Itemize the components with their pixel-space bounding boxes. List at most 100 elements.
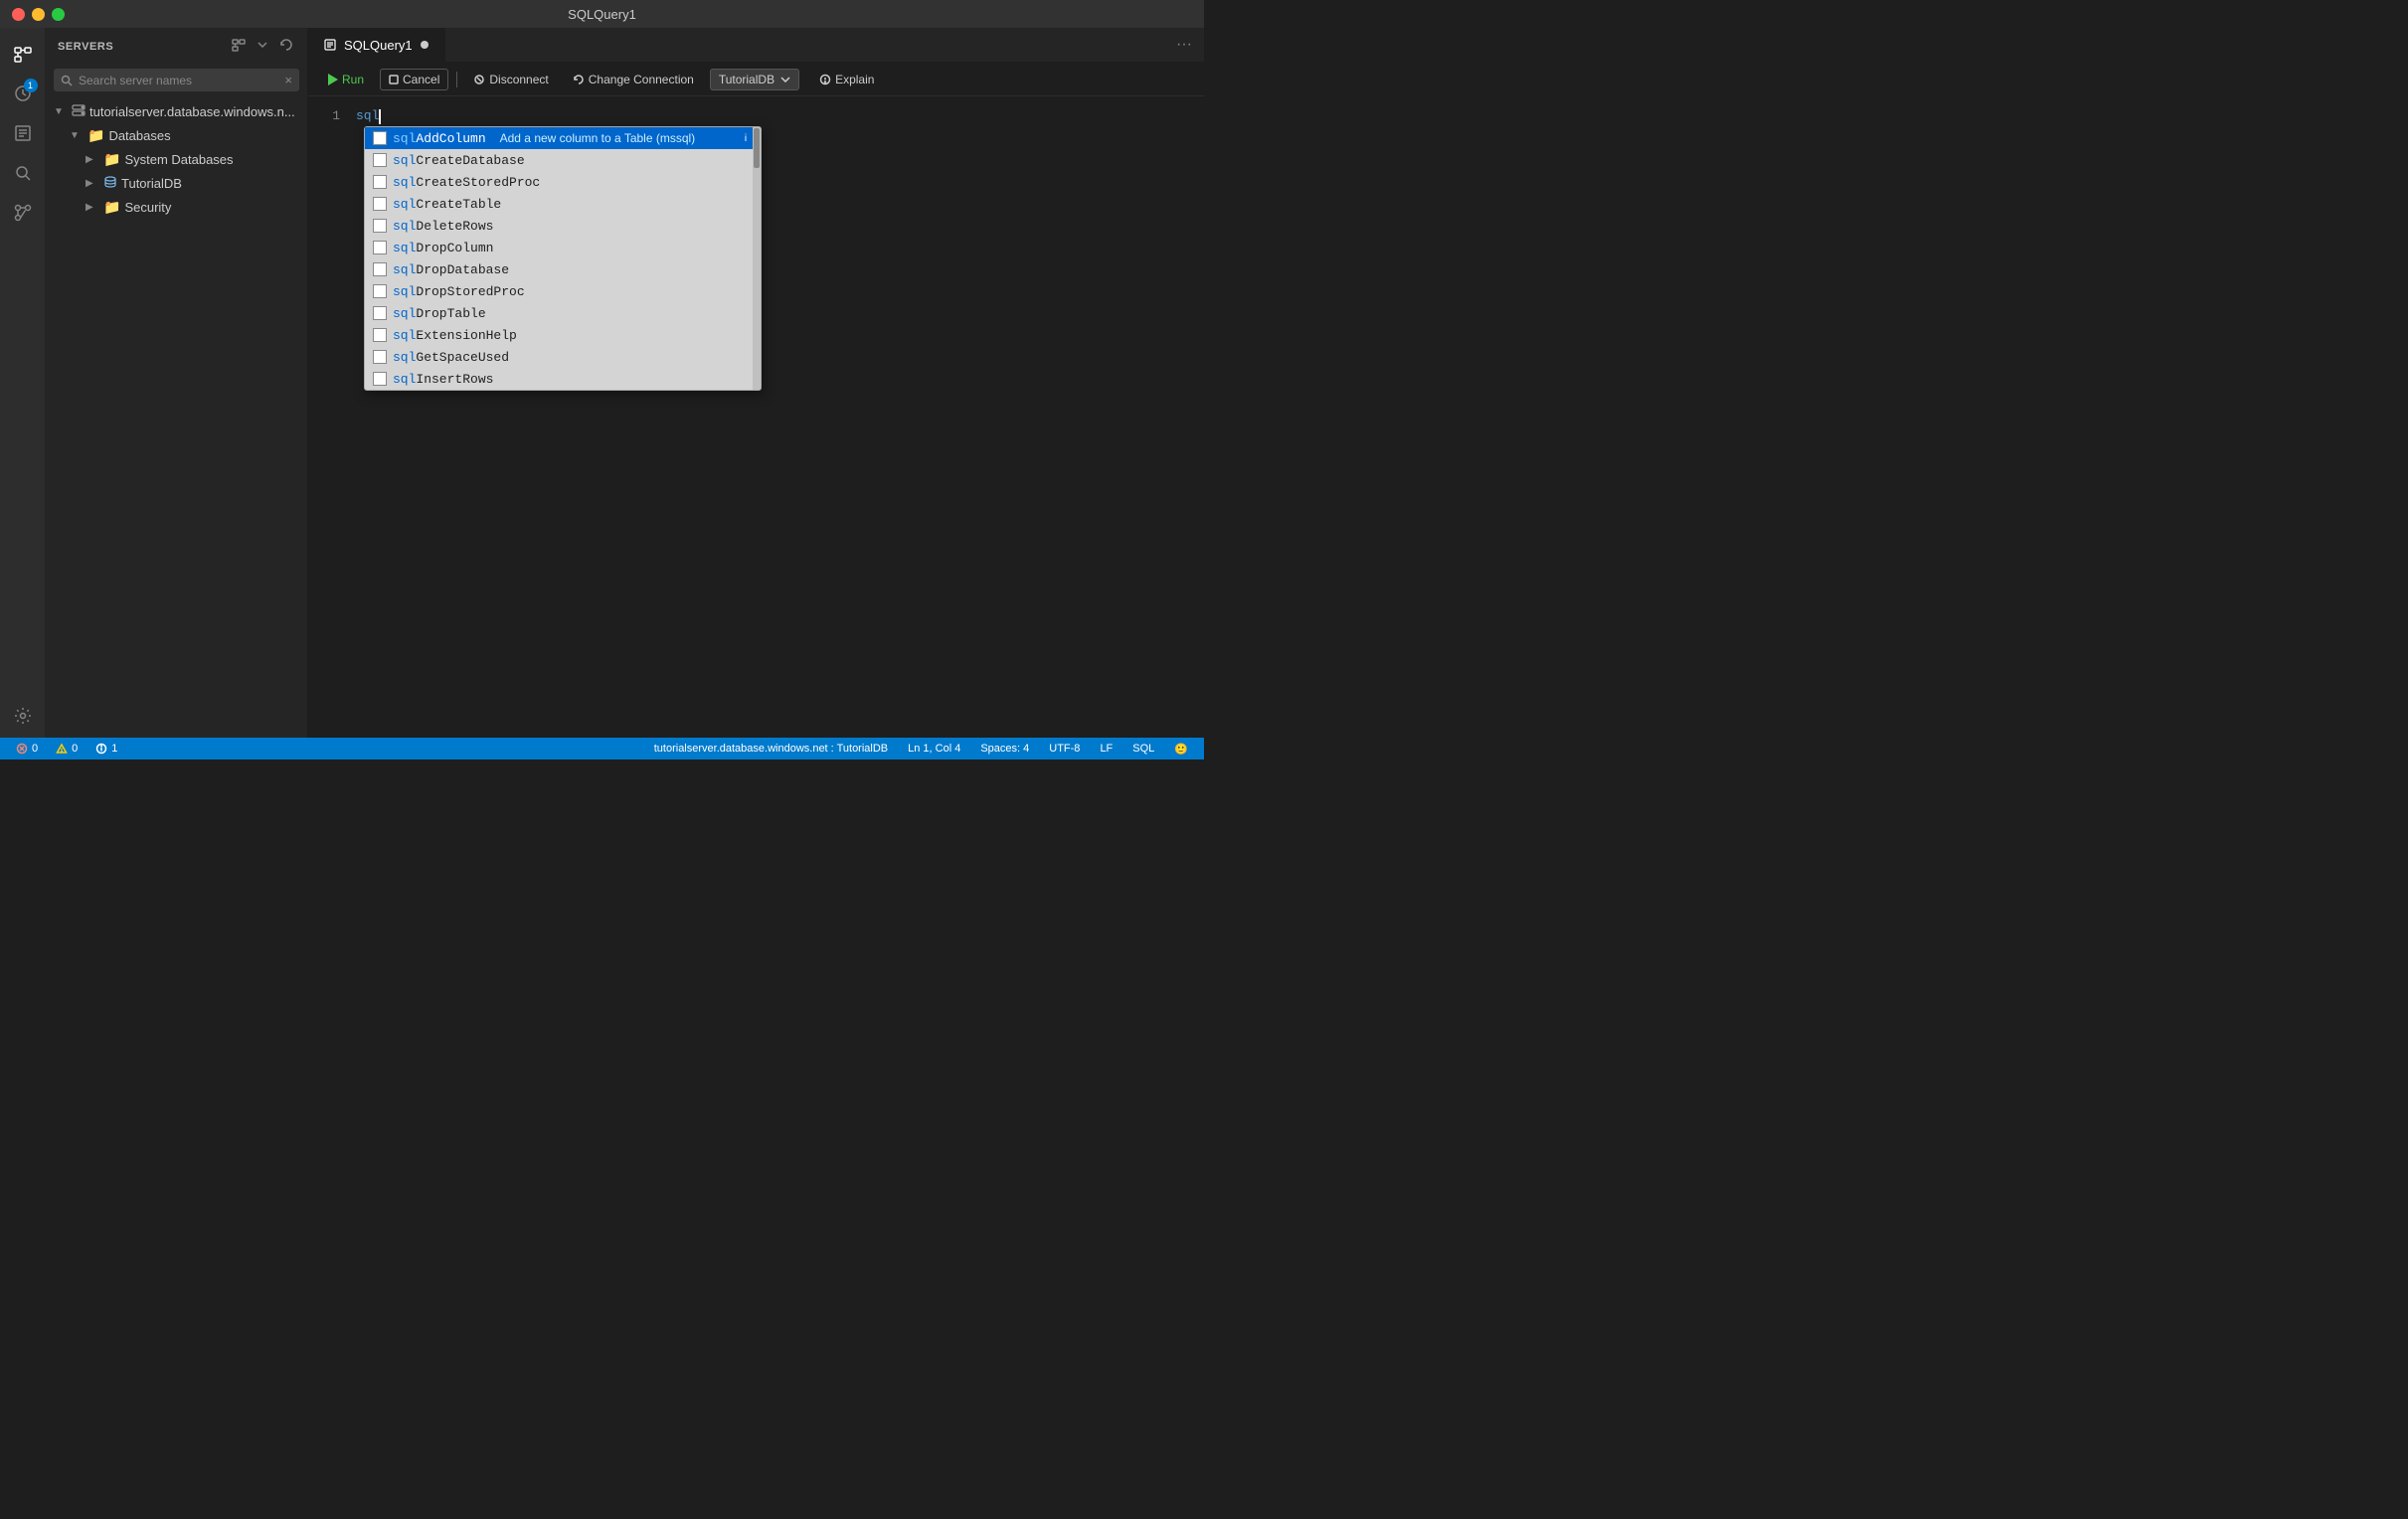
status-right: tutorialserver.database.windows.net : Tu… — [650, 743, 1192, 756]
status-language[interactable]: SQL — [1128, 743, 1158, 755]
status-emoji[interactable]: 🙂 — [1170, 743, 1192, 756]
notification-count: 1 — [111, 743, 117, 755]
code-keyword-sql: sql — [356, 106, 379, 126]
autocomplete-item[interactable]: sqlDropDatabase — [365, 258, 761, 280]
change-connection-button[interactable]: Change Connection — [565, 70, 702, 89]
refresh-button[interactable] — [277, 36, 295, 57]
tab-label: SQLQuery1 — [344, 38, 413, 53]
ac-scrollbar[interactable] — [753, 127, 761, 390]
new-connection-button[interactable] — [230, 36, 248, 57]
autocomplete-item[interactable]: sqlDeleteRows — [365, 215, 761, 237]
code-editor[interactable]: 1 sql sqlAddColumnAdd a new column to a … — [308, 96, 1204, 738]
line-number-1: 1 — [308, 106, 340, 126]
error-count: 0 — [32, 743, 38, 755]
ac-suffix: ExtensionHelp — [416, 328, 516, 343]
tab-more-actions[interactable]: ··· — [1176, 36, 1204, 54]
search-input[interactable] — [79, 74, 278, 87]
autocomplete-item[interactable]: sqlAddColumnAdd a new column to a Table … — [365, 127, 761, 149]
tree-tutorialdb-item[interactable]: ▶ TutorialDB — [46, 171, 307, 195]
autocomplete-item[interactable]: sqlGetSpaceUsed — [365, 346, 761, 368]
activity-history[interactable]: 1 — [5, 76, 41, 111]
editor-area: SQLQuery1 ··· Run Cancel — [308, 28, 1204, 738]
ac-suffix: DropTable — [416, 306, 485, 321]
ac-item-icon — [373, 284, 387, 298]
server-connection-text: tutorialserver.database.windows.net : Tu… — [654, 743, 888, 755]
autocomplete-item[interactable]: sqlExtensionHelp — [365, 324, 761, 346]
ac-suffix: DropColumn — [416, 241, 493, 255]
maximize-button[interactable] — [52, 8, 65, 21]
activity-bar: 1 — [0, 28, 46, 738]
tree-server-item[interactable]: ▼ tutorialserver.database.windows.n... — [46, 99, 307, 123]
ac-item-text: sqlCreateStoredProc — [393, 175, 540, 190]
disconnect-button[interactable]: Disconnect — [465, 70, 556, 89]
emoji-icon: 🙂 — [1174, 743, 1188, 756]
status-warnings[interactable]: 0 — [52, 743, 82, 755]
minimize-button[interactable] — [32, 8, 45, 21]
ac-desc: Add a new column to a Table (mssql) — [500, 131, 733, 145]
autocomplete-item[interactable]: sqlDropTable — [365, 302, 761, 324]
autocomplete-item[interactable]: sqlDropStoredProc — [365, 280, 761, 302]
activity-connections[interactable] — [5, 36, 41, 72]
autocomplete-item[interactable]: sqlInsertRows — [365, 368, 761, 390]
ac-suffix: InsertRows — [416, 372, 493, 387]
ac-info-icon[interactable]: i — [739, 131, 753, 145]
toolbar-separator — [456, 72, 457, 87]
activity-query[interactable] — [5, 115, 41, 151]
status-line-endings[interactable]: LF — [1096, 743, 1117, 755]
security-arrow-icon: ▶ — [86, 202, 99, 213]
ac-item-text: sqlDropDatabase — [393, 262, 509, 277]
ac-item-text: sqlDropColumn — [393, 241, 493, 255]
activity-settings[interactable] — [5, 702, 41, 738]
ac-suffix: AddColumn — [416, 131, 485, 146]
autocomplete-dropdown[interactable]: sqlAddColumnAdd a new column to a Table … — [364, 126, 762, 391]
app-layout: 1 — [0, 28, 1204, 738]
tree-system-databases-item[interactable]: ▶ 📁 System Databases — [46, 147, 307, 171]
search-icon — [61, 75, 73, 86]
autocomplete-item[interactable]: sqlCreateStoredProc — [365, 171, 761, 193]
arrow-icon: ▼ — [54, 106, 68, 117]
cancel-icon — [389, 75, 399, 84]
status-notifications[interactable]: 1 — [91, 743, 121, 755]
ac-suffix: DropStoredProc — [416, 284, 524, 299]
activity-search[interactable] — [5, 155, 41, 191]
notification-badge: 1 — [24, 79, 38, 92]
activity-source[interactable] — [5, 195, 41, 231]
server-icon — [72, 103, 86, 120]
ac-scrollbar-thumb[interactable] — [754, 128, 760, 168]
status-errors[interactable]: 0 — [12, 743, 42, 755]
ac-item-text: sqlExtensionHelp — [393, 328, 517, 343]
search-box[interactable]: × — [54, 69, 299, 91]
tree-databases-item[interactable]: ▼ 📁 Databases — [46, 123, 307, 147]
run-label: Run — [342, 73, 364, 86]
tab-sqlquery1[interactable]: SQLQuery1 — [308, 28, 445, 63]
ac-prefix: sql — [393, 153, 416, 168]
explain-button[interactable]: Explain — [811, 70, 882, 89]
ac-prefix: sql — [393, 306, 416, 321]
error-icon — [16, 743, 28, 755]
cancel-button[interactable]: Cancel — [380, 69, 448, 90]
status-server[interactable]: tutorialserver.database.windows.net : Tu… — [650, 743, 892, 755]
close-button[interactable] — [12, 8, 25, 21]
db-selector[interactable]: TutorialDB — [710, 69, 799, 90]
autocomplete-item[interactable]: sqlCreateDatabase — [365, 149, 761, 171]
run-button[interactable]: Run — [320, 70, 372, 89]
ac-prefix: sql — [393, 175, 416, 190]
databases-arrow-icon: ▼ — [70, 130, 84, 141]
db-selector-value: TutorialDB — [719, 73, 774, 86]
cursor-position-text: Ln 1, Col 4 — [908, 743, 960, 755]
ac-suffix: DeleteRows — [416, 219, 493, 234]
ac-item-icon — [373, 197, 387, 211]
ac-item-text: sqlGetSpaceUsed — [393, 350, 509, 365]
status-encoding[interactable]: UTF-8 — [1045, 743, 1084, 755]
ac-item-text: sqlCreateDatabase — [393, 153, 525, 168]
search-clear-button[interactable]: × — [284, 73, 292, 87]
tutorialdb-label: TutorialDB — [121, 176, 299, 191]
encoding-text: UTF-8 — [1049, 743, 1080, 755]
autocomplete-item[interactable]: sqlCreateTable — [365, 193, 761, 215]
run-icon — [328, 74, 338, 85]
autocomplete-item[interactable]: sqlDropColumn — [365, 237, 761, 258]
tree-security-item[interactable]: ▶ 📁 Security — [46, 195, 307, 219]
collapse-button[interactable] — [254, 36, 271, 57]
status-spaces[interactable]: Spaces: 4 — [976, 743, 1033, 755]
status-cursor[interactable]: Ln 1, Col 4 — [904, 743, 964, 755]
